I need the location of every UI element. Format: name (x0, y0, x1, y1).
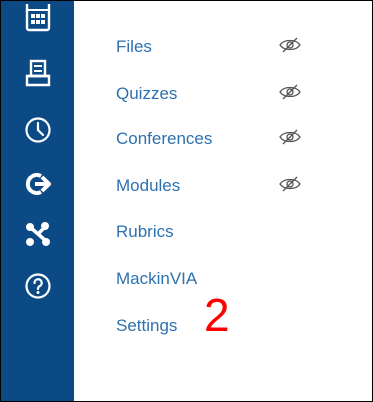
step-number-annotation: 2 (204, 289, 230, 341)
nav-item-modules[interactable]: Modules (116, 176, 180, 196)
eye-hidden-icon (278, 174, 302, 194)
history-icon[interactable] (24, 116, 52, 144)
studio-icon[interactable] (24, 220, 52, 248)
global-navigation-sidebar (1, 1, 74, 401)
inbox-icon[interactable] (24, 59, 52, 87)
eye-hidden-icon (278, 35, 302, 55)
nav-item-files[interactable]: Files (116, 37, 152, 57)
nav-item-mackinvia[interactable]: MackinVIA (116, 269, 197, 289)
commons-icon[interactable] (24, 170, 52, 198)
eye-hidden-icon (278, 127, 302, 147)
screenshot-frame: Files Quizzes Conferences Modules Rubric… (0, 0, 373, 402)
nav-item-rubrics[interactable]: Rubrics (116, 222, 174, 242)
nav-item-conferences[interactable]: Conferences (116, 129, 212, 149)
calendar-icon[interactable] (24, 4, 52, 33)
eye-hidden-icon (278, 82, 302, 102)
course-navigation: Files Quizzes Conferences Modules Rubric… (116, 1, 372, 401)
nav-item-settings[interactable]: Settings (116, 316, 177, 336)
nav-item-quizzes[interactable]: Quizzes (116, 84, 177, 104)
help-icon[interactable] (24, 272, 52, 300)
